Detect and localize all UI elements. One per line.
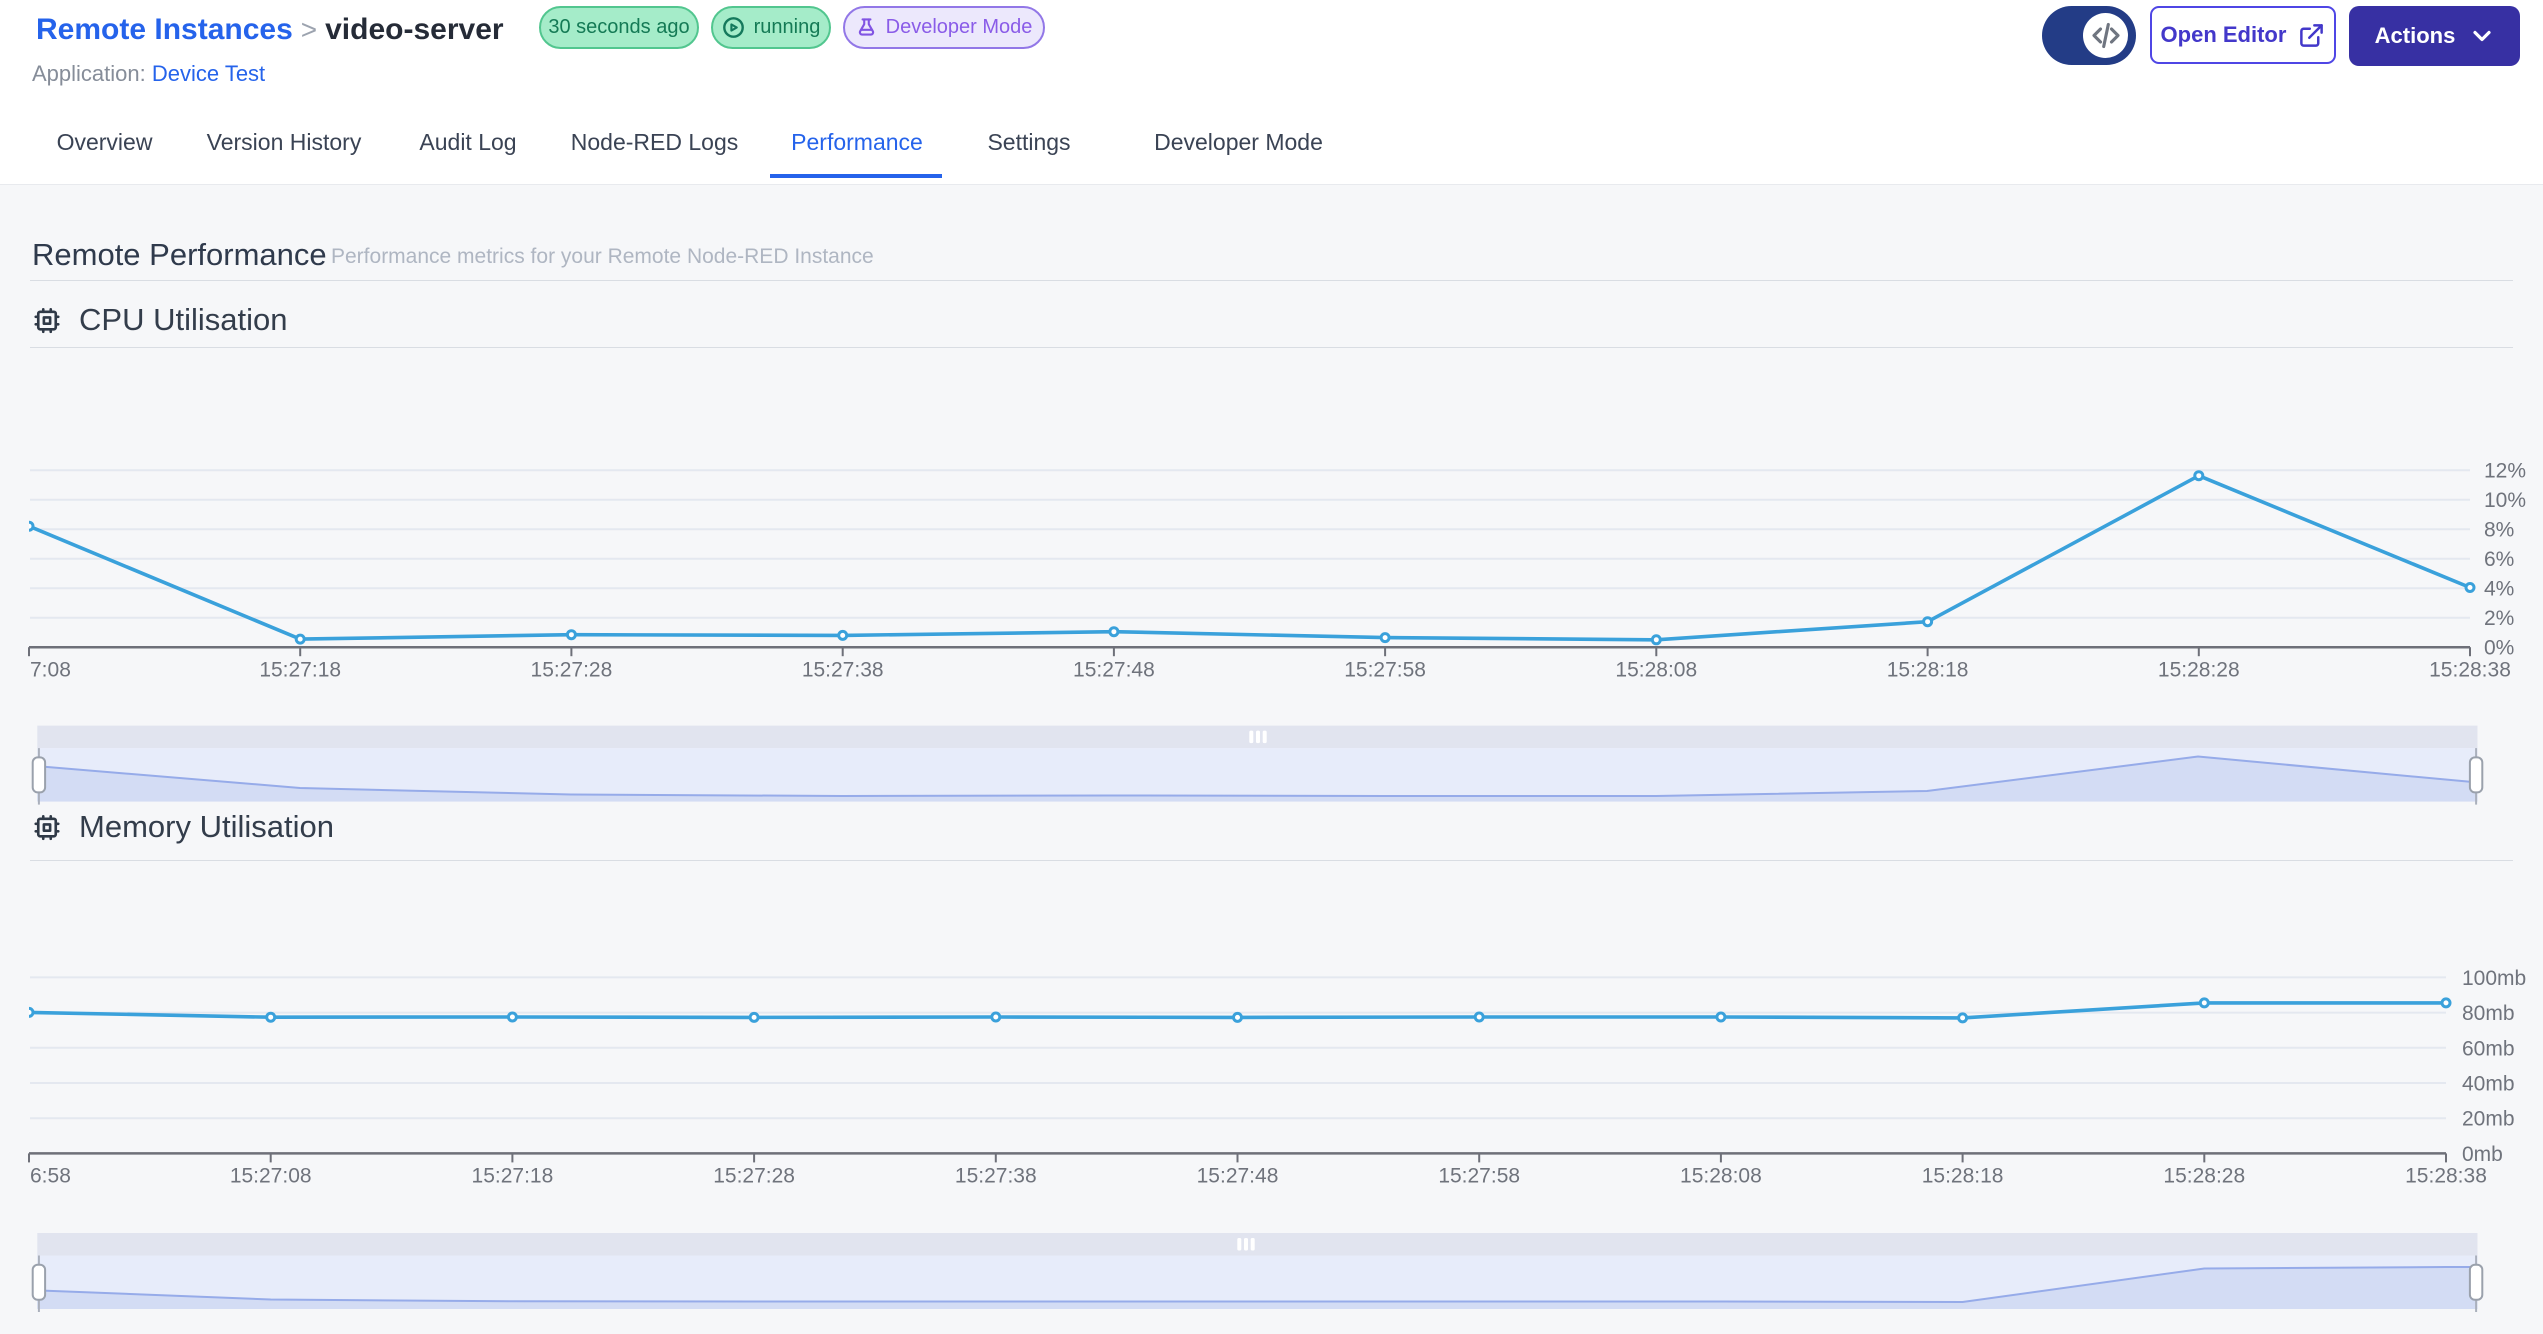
svg-text:4%: 4% xyxy=(2484,578,2514,601)
svg-text:20mb: 20mb xyxy=(2462,1108,2515,1131)
svg-text:0%: 0% xyxy=(2484,637,2514,660)
svg-text:15:28:28: 15:28:28 xyxy=(2163,1165,2245,1188)
svg-text:12%: 12% xyxy=(2484,460,2526,483)
svg-text:15:28:18: 15:28:18 xyxy=(1922,1165,2004,1188)
svg-text:7:08: 7:08 xyxy=(30,659,71,682)
svg-text:15:27:18: 15:27:18 xyxy=(472,1165,554,1188)
svg-text:10%: 10% xyxy=(2484,489,2526,512)
svg-text:15:27:28: 15:27:28 xyxy=(713,1165,795,1188)
svg-text:0mb: 0mb xyxy=(2462,1143,2503,1166)
svg-text:15:27:38: 15:27:38 xyxy=(955,1165,1037,1188)
svg-text:15:27:28: 15:27:28 xyxy=(531,659,613,682)
svg-text:15:28:08: 15:28:08 xyxy=(1680,1165,1762,1188)
svg-text:6%: 6% xyxy=(2484,548,2514,571)
svg-text:2%: 2% xyxy=(2484,607,2514,630)
svg-text:60mb: 60mb xyxy=(2462,1037,2515,1060)
svg-text:15:27:58: 15:27:58 xyxy=(1344,659,1426,682)
svg-text:15:28:38: 15:28:38 xyxy=(2405,1165,2487,1188)
svg-text:15:27:38: 15:27:38 xyxy=(802,659,884,682)
svg-text:40mb: 40mb xyxy=(2462,1073,2515,1096)
svg-text:15:27:48: 15:27:48 xyxy=(1073,659,1155,682)
svg-text:8%: 8% xyxy=(2484,519,2514,542)
svg-text:15:28:38: 15:28:38 xyxy=(2429,659,2511,682)
svg-text:80mb: 80mb xyxy=(2462,1002,2515,1025)
svg-text:15:27:48: 15:27:48 xyxy=(1197,1165,1279,1188)
svg-text:15:27:58: 15:27:58 xyxy=(1438,1165,1520,1188)
svg-text:15:28:18: 15:28:18 xyxy=(1887,659,1969,682)
svg-text:15:28:08: 15:28:08 xyxy=(1615,659,1697,682)
svg-text:15:27:08: 15:27:08 xyxy=(230,1165,312,1188)
svg-text:6:58: 6:58 xyxy=(30,1165,71,1188)
svg-text:15:28:28: 15:28:28 xyxy=(2158,659,2240,682)
svg-text:100mb: 100mb xyxy=(2462,967,2526,990)
svg-text:15:27:18: 15:27:18 xyxy=(259,659,341,682)
